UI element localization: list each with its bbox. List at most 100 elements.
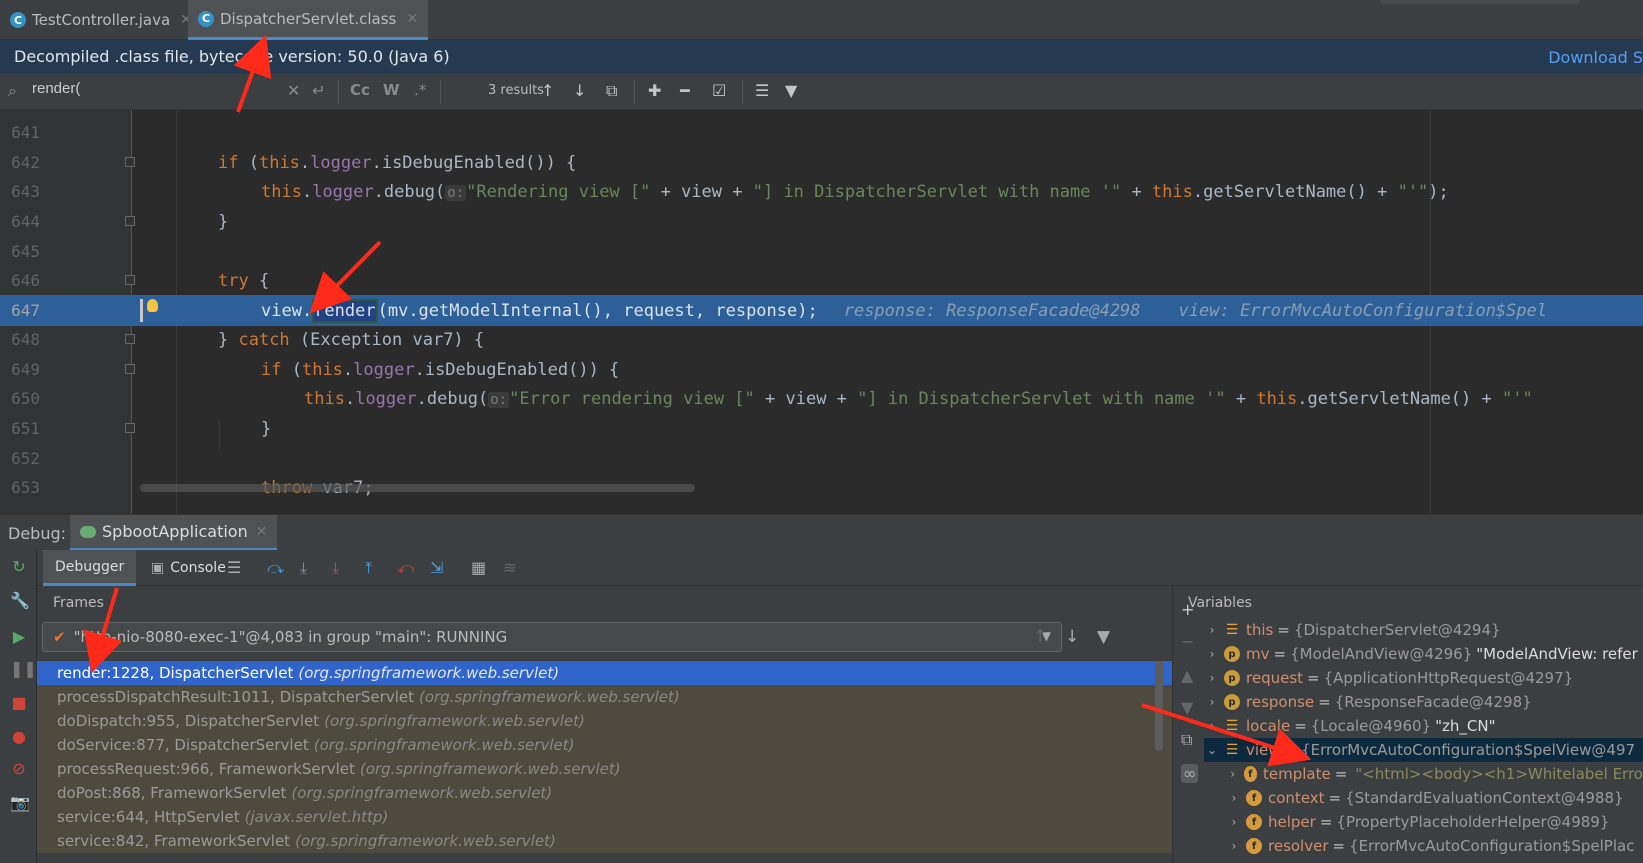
expand-icon[interactable]: › <box>1226 815 1242 829</box>
move-up-icon[interactable]: ▲ <box>1181 666 1193 685</box>
rerun-icon[interactable]: ↻ <box>10 558 28 576</box>
filter-icon[interactable]: ▼ <box>785 81 797 100</box>
fold-marker-icon[interactable] <box>125 423 135 433</box>
variable-row[interactable]: › f helper = {PropertyPlaceholderHelper@49… <box>1204 810 1643 834</box>
close-icon[interactable]: ✕ <box>406 11 418 27</box>
code-line[interactable]: 643 this.logger.debug(o: "Rendering view … <box>0 176 1643 207</box>
search-icon[interactable]: ⌕ <box>8 81 17 101</box>
fold-marker-icon[interactable] <box>125 157 135 167</box>
search-input[interactable] <box>32 80 272 97</box>
horizontal-scrollbar[interactable] <box>140 484 695 492</box>
fold-marker-icon[interactable] <box>125 364 135 374</box>
code-line[interactable]: 648 } catch (Exception var7) { <box>0 324 1643 355</box>
settings-wrench-icon[interactable]: 🔧 <box>10 592 30 610</box>
frame-item[interactable]: doDispatch:955, DispatcherServlet (org.sp… <box>37 709 1172 733</box>
variable-row[interactable]: › f context = {StandardEvaluationContext@4… <box>1204 786 1643 810</box>
fold-marker-icon[interactable] <box>125 216 135 226</box>
frame-item[interactable]: service:842, FrameworkServlet (org.spring… <box>37 829 1172 853</box>
stop-icon[interactable]: ■ <box>10 694 28 712</box>
tab-testcontroller[interactable]: C TestController.java ✕ <box>0 0 202 40</box>
toolbar-field[interactable] <box>1380 0 1580 4</box>
mute-breakpoints-icon[interactable]: ⊘ <box>10 760 28 778</box>
variable-row[interactable]: › f template = "<html><body><h1>Whitelabel… <box>1204 762 1643 786</box>
code-line[interactable]: 642 if (this.logger.isDebugEnabled()) { <box>0 147 1643 178</box>
filter-search-results-icon[interactable]: ☰ <box>755 81 769 100</box>
frame-item[interactable]: render:1228, DispatcherServlet (org.sprin… <box>37 661 1172 685</box>
frame-item[interactable]: processRequest:966, FrameworkServlet (org… <box>37 757 1172 781</box>
evaluate-expression-icon[interactable]: ▦ <box>471 558 486 577</box>
run-to-cursor-icon[interactable]: ⇲ <box>430 558 443 577</box>
show-watches-icon[interactable]: ∞ <box>1181 764 1199 783</box>
lightbulb-icon[interactable] <box>147 299 158 312</box>
previous-frame-icon[interactable]: ↑ <box>1033 627 1047 647</box>
match-case-toggle[interactable]: Cc <box>350 81 370 99</box>
code-line[interactable]: 644 } <box>0 206 1643 237</box>
resume-icon[interactable]: ▶ <box>10 628 28 646</box>
drop-frame-icon[interactable]: ⤺ <box>397 558 414 578</box>
current-execution-line[interactable]: 647 view. render (mv.getModelInternal(), r… <box>0 295 1643 326</box>
download-sources-link[interactable]: Download S <box>1548 48 1643 67</box>
variable-row[interactable]: › f resolver = {ErrorMvcAutoConfiguration$… <box>1204 834 1643 858</box>
previous-occurrence-icon[interactable]: ↑ <box>541 81 554 100</box>
trace-icon[interactable]: ≋ <box>503 558 516 577</box>
variable-row[interactable]: › p response = {ResponseFacade@4298} <box>1204 690 1643 714</box>
code-line[interactable]: 650 this.logger.debug(o: "Error rendering… <box>0 383 1643 414</box>
step-into-icon[interactable]: ⤓ <box>300 558 307 578</box>
filter-icon[interactable]: ▼ <box>1097 627 1110 647</box>
regex-toggle[interactable]: .* <box>414 81 426 99</box>
next-frame-icon[interactable]: ↓ <box>1065 627 1079 647</box>
pause-icon[interactable]: ❚❚ <box>10 660 37 678</box>
code-line[interactable]: 649 if (this.logger.isDebugEnabled()) { <box>0 354 1643 385</box>
remove-occurrence-icon[interactable]: ━ <box>680 81 690 100</box>
variable-row[interactable]: › ☰ this = {DispatcherServlet@4294} <box>1204 618 1643 642</box>
menu-icon[interactable]: ☰ <box>227 558 241 577</box>
new-line-icon[interactable]: ↵ <box>312 81 325 100</box>
step-out-icon[interactable]: ⤒ <box>365 558 372 578</box>
thread-selector[interactable]: ✔ "http-nio-8080-exec-1"@4,083 in group … <box>42 622 1062 652</box>
add-occurrence-icon[interactable]: ✚ <box>648 81 661 100</box>
close-icon[interactable]: ✕ <box>256 524 268 540</box>
expand-icon[interactable]: › <box>1204 719 1220 733</box>
words-toggle[interactable]: W <box>383 81 400 99</box>
frame-item[interactable]: service:644, HttpServlet (javax.servlet.h… <box>37 805 1172 829</box>
collapse-icon[interactable]: ⌄ <box>1204 743 1220 757</box>
view-breakpoints-icon[interactable]: ● <box>10 728 28 746</box>
frame-item[interactable]: doService:877, DispatcherServlet (org.spr… <box>37 733 1172 757</box>
tab-console[interactable]: ▣ Console <box>145 550 232 586</box>
code-line[interactable]: 651 } <box>0 413 1643 444</box>
variable-row-selected[interactable]: ⌄ ☰ view = {ErrorMvcAutoConfiguration$Spel… <box>1204 738 1643 762</box>
expand-icon[interactable]: › <box>1226 791 1242 805</box>
clear-icon[interactable]: ✕ <box>287 81 300 100</box>
force-step-into-icon[interactable]: ⤓ <box>332 558 339 578</box>
code-line[interactable]: 646 try { <box>0 265 1643 296</box>
expand-icon[interactable]: › <box>1204 647 1220 661</box>
fold-marker-icon[interactable] <box>125 334 135 344</box>
code-line[interactable]: 652 <box>0 443 1643 474</box>
fold-marker-icon[interactable] <box>125 275 135 285</box>
expand-icon[interactable]: › <box>1204 695 1220 709</box>
next-occurrence-icon[interactable]: ↓ <box>573 81 586 100</box>
copy-icon[interactable]: ⧉ <box>1181 730 1192 750</box>
expand-icon[interactable]: › <box>1226 767 1240 781</box>
tab-debugger[interactable]: Debugger <box>43 550 137 586</box>
code-line[interactable]: 641 <box>0 117 1643 148</box>
step-over-icon[interactable]: ⤼ <box>267 558 284 578</box>
code-editor[interactable]: 641 642 if (this.logger.isDebugEnabled()… <box>0 110 1643 514</box>
expand-icon[interactable]: › <box>1204 623 1220 637</box>
tab-dispatcherservlet[interactable]: C DispatcherServlet.class ✕ <box>188 0 429 40</box>
frames-scrollbar[interactable] <box>1155 661 1163 751</box>
move-down-icon[interactable]: ▼ <box>1181 698 1193 717</box>
expand-icon[interactable]: › <box>1204 671 1220 685</box>
frame-item[interactable]: processDispatchResult:1011, DispatcherSe… <box>37 685 1172 709</box>
expand-icon[interactable]: › <box>1226 839 1242 853</box>
frame-item[interactable]: doPost:868, FrameworkServlet (org.springf… <box>37 781 1172 805</box>
remove-watch-icon[interactable]: − <box>1181 632 1194 651</box>
select-all-occurrences-icon[interactable]: ⧉ <box>606 81 617 101</box>
code-line[interactable]: 645 <box>0 236 1643 267</box>
debug-session-tab[interactable]: SpbootApplication ✕ <box>70 515 278 551</box>
camera-icon[interactable]: 📷 <box>10 794 30 812</box>
variable-row[interactable]: › p request = {ApplicationHttpRequest@4297… <box>1204 666 1643 690</box>
variable-row[interactable]: › ☰ locale = {Locale@4960} "zh_CN" <box>1204 714 1643 738</box>
select-all-icon[interactable]: ☑ <box>712 81 726 100</box>
variable-row[interactable]: › p mv = {ModelAndView@4296} "ModelAndView:… <box>1204 642 1643 666</box>
